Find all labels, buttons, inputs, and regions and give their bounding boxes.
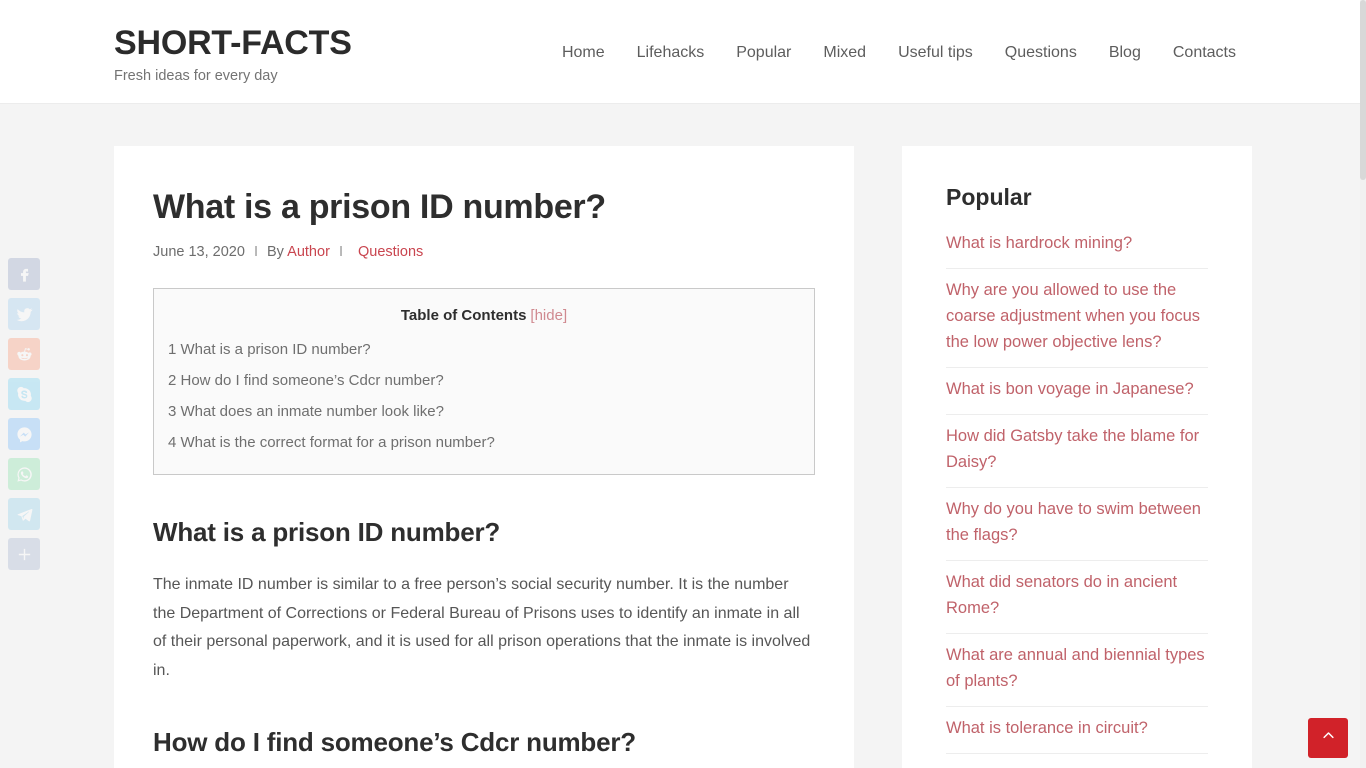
site-title[interactable]: SHORT-FACTS (114, 23, 352, 63)
share-more-button[interactable] (8, 538, 40, 570)
toc-link-1[interactable]: 1 What is a prison ID number? (168, 341, 371, 358)
toc-list-item: 3 What does an inmate number look like? (168, 401, 800, 423)
page-scrollbar[interactable] (1360, 0, 1366, 768)
list-item: Why are you allowed to use the coarse ad… (946, 269, 1208, 368)
toc-list-item: 1 What is a prison ID number? (168, 339, 800, 361)
page-title: What is a prison ID number? (153, 188, 606, 226)
by-label: By (267, 244, 284, 260)
article-card: What is a prison ID number? June 13, 202… (114, 146, 854, 768)
facebook-icon (16, 266, 33, 283)
skype-icon (16, 386, 33, 403)
post-author-link[interactable]: Author (287, 244, 330, 260)
header-inner: SHORT-FACTS Fresh ideas for every day Ho… (0, 0, 1366, 104)
list-item: What are annual and biennial types of pl… (946, 634, 1208, 707)
toc-list-item: 4 What is the correct format for a priso… (168, 432, 800, 454)
site-tagline: Fresh ideas for every day (114, 68, 278, 84)
share-telegram-button[interactable] (8, 498, 40, 530)
nav-item-contacts[interactable]: Contacts (1157, 37, 1252, 69)
main-navigation: Home Lifehacks Popular Mixed Useful tips… (546, 35, 1252, 69)
share-twitter-button[interactable] (8, 298, 40, 330)
telegram-icon (16, 506, 33, 523)
toc-link-3[interactable]: 3 What does an inmate number look like? (168, 403, 444, 420)
twitter-icon (16, 306, 33, 323)
share-skype-button[interactable] (8, 378, 40, 410)
popular-link-5[interactable]: Why do you have to swim between the flag… (946, 496, 1208, 548)
toc-list: 1 What is a prison ID number? 2 How do I… (168, 339, 800, 454)
list-item: How did Gatsby take the blame for Daisy? (946, 415, 1208, 488)
list-item: What is tolerance in circuit? (946, 707, 1208, 754)
share-whatsapp-button[interactable] (8, 458, 40, 490)
share-messenger-button[interactable] (8, 418, 40, 450)
social-share-rail (8, 258, 40, 570)
nav-item-lifehacks[interactable]: Lifehacks (621, 37, 721, 69)
plus-icon (16, 546, 33, 563)
popular-link-3[interactable]: What is bon voyage in Japanese? (946, 376, 1208, 402)
section-heading-2: How do I find someone’s Cdcr number? (153, 727, 636, 757)
whatsapp-icon (16, 466, 33, 483)
nav-item-home[interactable]: Home (546, 37, 621, 69)
section-heading-1: What is a prison ID number? (153, 517, 501, 547)
toc-link-2[interactable]: 2 How do I find someone’s Cdcr number? (168, 372, 444, 389)
popular-link-7[interactable]: What are annual and biennial types of pl… (946, 642, 1208, 694)
post-date: June 13, 2020 (153, 244, 245, 260)
nav-item-useful-tips[interactable]: Useful tips (882, 37, 989, 69)
share-reddit-button[interactable] (8, 338, 40, 370)
popular-link-4[interactable]: How did Gatsby take the blame for Daisy? (946, 423, 1208, 475)
table-of-contents: Table of Contents [hide] 1 What is a pris… (153, 288, 815, 475)
content-layout: What is a prison ID number? June 13, 202… (0, 104, 1366, 768)
popular-link-1[interactable]: What is hardrock mining? (946, 230, 1208, 256)
nav-item-blog[interactable]: Blog (1093, 37, 1157, 69)
reddit-icon (16, 346, 33, 363)
toc-heading-label: Table of Contents (400, 307, 527, 324)
toc-link-4[interactable]: 4 What is the correct format for a priso… (168, 434, 495, 451)
popular-link-6[interactable]: What did senators do in ancient Rome? (946, 569, 1208, 621)
section-paragraph-1: The inmate ID number is similar to a fre… (153, 576, 811, 679)
toc-list-item: 2 How do I find someone’s Cdcr number? (168, 370, 800, 392)
popular-posts-list: What is hardrock mining? Why are you all… (946, 228, 1208, 754)
chevron-up-icon (1321, 728, 1336, 748)
list-item: What did senators do in ancient Rome? (946, 561, 1208, 634)
list-item: What is bon voyage in Japanese? (946, 368, 1208, 415)
messenger-icon (16, 426, 33, 443)
post-category-link[interactable]: Questions (352, 244, 423, 260)
toc-heading: Table of Contents [hide] (168, 305, 800, 327)
sidebar-widget-title: Popular (946, 184, 1032, 210)
scrollbar-thumb[interactable] (1360, 0, 1366, 180)
sidebar: Popular What is hardrock mining? Why are… (902, 146, 1252, 768)
page-body: What is a prison ID number? June 13, 202… (0, 104, 1366, 768)
site-branding[interactable]: SHORT-FACTS Fresh ideas for every day (114, 19, 352, 85)
scroll-to-top-button[interactable] (1308, 718, 1348, 758)
toc-hide-toggle[interactable]: [hide] (526, 307, 567, 324)
popular-link-8[interactable]: What is tolerance in circuit? (946, 715, 1208, 741)
list-item: What is hardrock mining? (946, 228, 1208, 269)
nav-item-popular[interactable]: Popular (720, 37, 807, 69)
site-header: SHORT-FACTS Fresh ideas for every day Ho… (0, 0, 1366, 104)
entry-meta: June 13, 2020 I By Author I Questions (153, 242, 815, 262)
share-facebook-button[interactable] (8, 258, 40, 290)
nav-item-questions[interactable]: Questions (989, 37, 1093, 69)
meta-separator-2: I (338, 244, 343, 260)
meta-separator-1: I (253, 244, 258, 260)
list-item: Why do you have to swim between the flag… (946, 488, 1208, 561)
nav-item-mixed[interactable]: Mixed (807, 37, 882, 69)
popular-link-2[interactable]: Why are you allowed to use the coarse ad… (946, 277, 1208, 355)
